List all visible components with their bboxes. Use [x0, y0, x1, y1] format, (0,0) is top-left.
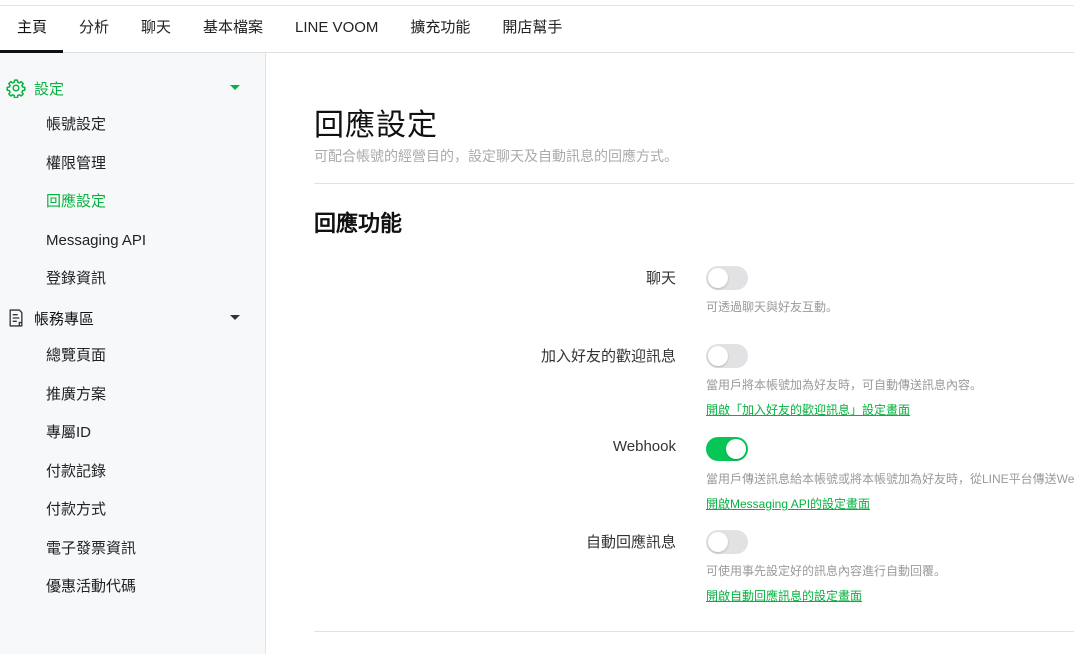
sidebar-item-plans[interactable]: 推廣方案 [46, 384, 106, 406]
auto-reply-settings-link[interactable]: 開啟自動回應訊息的設定畫面 [706, 587, 862, 604]
sidebar-section-label: 設定 [34, 80, 65, 98]
section-title: 回應功能 [314, 211, 403, 236]
sidebar-item-payment-method[interactable]: 付款方式 [46, 499, 106, 521]
tab-analytics[interactable]: 分析 [63, 6, 125, 52]
sidebar-section-settings[interactable]: 設定 [0, 73, 266, 103]
tab-extensions[interactable]: 擴充功能 [394, 6, 486, 52]
sidebar-item-overview[interactable]: 總覽頁面 [46, 345, 106, 367]
setting-help-webhook: 當用戶傳送訊息給本帳號或將本帳號加為好友時，從LINE平台傳送Webhook [706, 472, 1074, 486]
setting-help-welcome-message: 當用戶將本帳號加為好友時，可自動傳送訊息內容。 [706, 378, 983, 392]
sidebar: 設定 帳號設定 權限管理 回應設定 Messaging API 登錄資訊 帳務專… [0, 53, 266, 654]
sidebar-item-payment-history[interactable]: 付款記錄 [46, 461, 106, 483]
webhook-toggle[interactable] [706, 437, 748, 461]
divider [314, 631, 1074, 632]
tab-profile[interactable]: 基本檔案 [187, 6, 279, 52]
setting-label-auto-reply: 自動回應訊息 [585, 534, 676, 551]
toggle-knob [708, 268, 728, 288]
setting-label-webhook: Webhook [612, 438, 676, 455]
sidebar-item-promo-code[interactable]: 優惠活動代碼 [46, 576, 136, 598]
page-description: 可配合帳號的經營目的，設定聊天及自動訊息的回應方式。 [314, 148, 678, 164]
sidebar-item-permissions[interactable]: 權限管理 [46, 153, 106, 175]
gear-icon [6, 79, 26, 98]
welcome-message-toggle[interactable] [706, 344, 748, 368]
tab-shop-helper[interactable]: 開店幫手 [486, 6, 578, 52]
chat-toggle[interactable] [706, 266, 748, 290]
setting-help-auto-reply: 可使用事先設定好的訊息內容進行自動回覆。 [706, 564, 947, 578]
tab-chat[interactable]: 聊天 [125, 6, 187, 52]
sidebar-section-billing[interactable]: 帳務專區 [0, 303, 266, 333]
messaging-api-settings-link[interactable]: 開啟Messaging API的設定畫面 [706, 495, 870, 512]
divider [314, 183, 1074, 184]
top-nav-tabs: 主頁 分析 聊天 基本檔案 LINE VOOM 擴充功能 開店幫手 [0, 6, 1074, 53]
tab-home[interactable]: 主頁 [0, 6, 63, 53]
setting-label-chat: 聊天 [645, 270, 676, 287]
receipt-icon [9, 309, 23, 327]
sidebar-item-messaging-api[interactable]: Messaging API [46, 230, 146, 252]
setting-label-welcome-message: 加入好友的歡迎訊息 [540, 348, 676, 365]
chevron-down-icon [230, 85, 240, 90]
sidebar-item-e-invoice[interactable]: 電子發票資訊 [46, 538, 136, 560]
sidebar-item-premium-id[interactable]: 專屬ID [46, 422, 91, 444]
toggle-knob [708, 346, 728, 366]
sidebar-item-response-settings[interactable]: 回應設定 [46, 191, 106, 213]
main-content: 回應設定 可配合帳號的經營目的，設定聊天及自動訊息的回應方式。 回應功能 聊天 … [314, 53, 1074, 654]
tab-line-voom[interactable]: LINE VOOM [279, 6, 394, 52]
toggle-knob [708, 532, 728, 552]
sidebar-section-label: 帳務專區 [34, 310, 95, 328]
welcome-message-settings-link[interactable]: 開啟「加入好友的歡迎訊息」設定畫面 [706, 401, 910, 418]
chevron-down-icon [230, 315, 240, 320]
sidebar-item-account-settings[interactable]: 帳號設定 [46, 114, 106, 136]
setting-help-chat: 可透過聊天與好友互動。 [706, 300, 839, 314]
page-title: 回應設定 [314, 109, 438, 142]
sidebar-item-registration-info[interactable]: 登錄資訊 [46, 268, 106, 290]
auto-reply-toggle[interactable] [706, 530, 748, 554]
toggle-knob [726, 439, 746, 459]
